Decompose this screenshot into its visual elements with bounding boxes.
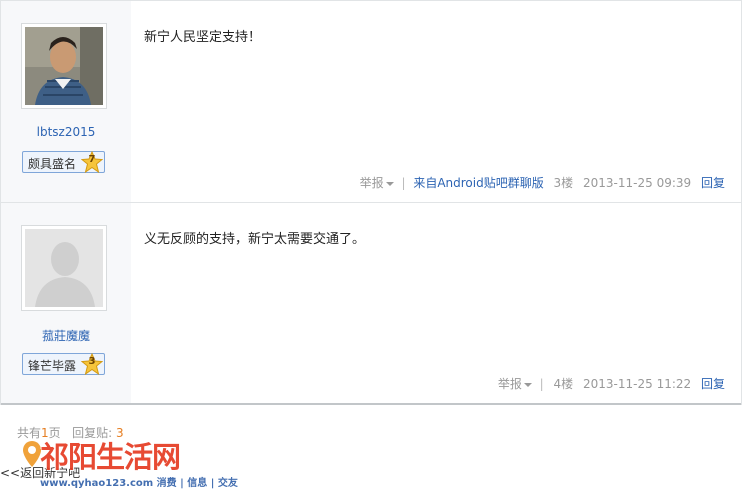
post-time: 2013-11-25 09:39 <box>583 176 692 190</box>
location-pin-icon <box>23 441 41 467</box>
floor-number: 4楼 <box>553 377 574 391</box>
username-link[interactable]: lbtsz2015 <box>1 125 131 139</box>
divider: | <box>401 176 406 190</box>
floor-number: 3楼 <box>553 176 574 190</box>
post-tail: 举报 | 4楼 2013-11-25 11:22 回复 <box>486 375 725 392</box>
client-source-link[interactable]: 来自Android贴吧群聊版 <box>413 176 543 190</box>
watermark-subtitle: www.qyhao123.com 消费 | 信息 | 交友 <box>40 478 238 489</box>
author-panel: 菰莊魔魔 锋芒毕露 3 <box>1 203 131 403</box>
reply-button[interactable]: 回复 <box>701 377 725 391</box>
default-avatar-icon <box>25 229 103 307</box>
level-badge[interactable]: 颇具盛名 7 <box>22 151 105 173</box>
author-panel: lbtsz2015 颇具盛名 7 <box>1 1 131 202</box>
post-time: 2013-11-25 11:22 <box>583 377 692 391</box>
chevron-down-icon <box>385 181 394 186</box>
user-photo-avatar <box>25 27 103 105</box>
avatar[interactable] <box>21 225 107 311</box>
avatar[interactable] <box>21 23 107 109</box>
level-badge[interactable]: 锋芒毕露 3 <box>22 353 105 375</box>
report-button[interactable]: 举报 <box>354 176 394 190</box>
post-content: 义无反顾的支持，新宁太需要交通了。 <box>144 232 366 247</box>
level-number: 3 <box>88 356 96 367</box>
post-list: lbtsz2015 颇具盛名 7 新宁人民坚定支持！ 举报 | 来自Androi… <box>0 0 742 405</box>
level-name: 颇具盛名 <box>28 157 77 171</box>
report-label: 举报 <box>359 176 384 190</box>
level-number: 7 <box>88 154 96 165</box>
username-link[interactable]: 菰莊魔魔 <box>1 327 131 344</box>
site-watermark: 祁阳生活网 www.qyhao123.com 消费 | 信息 | 交友 <box>22 434 238 490</box>
reply-button[interactable]: 回复 <box>701 176 725 190</box>
watermark-title: 祁阳生活网 <box>40 440 181 474</box>
post-floor-3: lbtsz2015 颇具盛名 7 新宁人民坚定支持！ 举报 | 来自Androi… <box>1 1 741 203</box>
report-button[interactable]: 举报 <box>492 377 532 391</box>
chevron-down-icon <box>523 382 532 387</box>
report-label: 举报 <box>497 377 522 391</box>
post-content: 新宁人民坚定支持！ <box>144 30 262 45</box>
post-tail: 举报 | 来自Android贴吧群聊版 3楼 2013-11-25 09:39 … <box>348 174 725 191</box>
post-floor-4: 菰莊魔魔 锋芒毕露 3 义无反顾的支持，新宁太需要交通了。 举报 | 4楼 20… <box>1 203 741 405</box>
level-name: 锋芒毕露 <box>28 359 77 373</box>
divider: | <box>539 377 544 391</box>
